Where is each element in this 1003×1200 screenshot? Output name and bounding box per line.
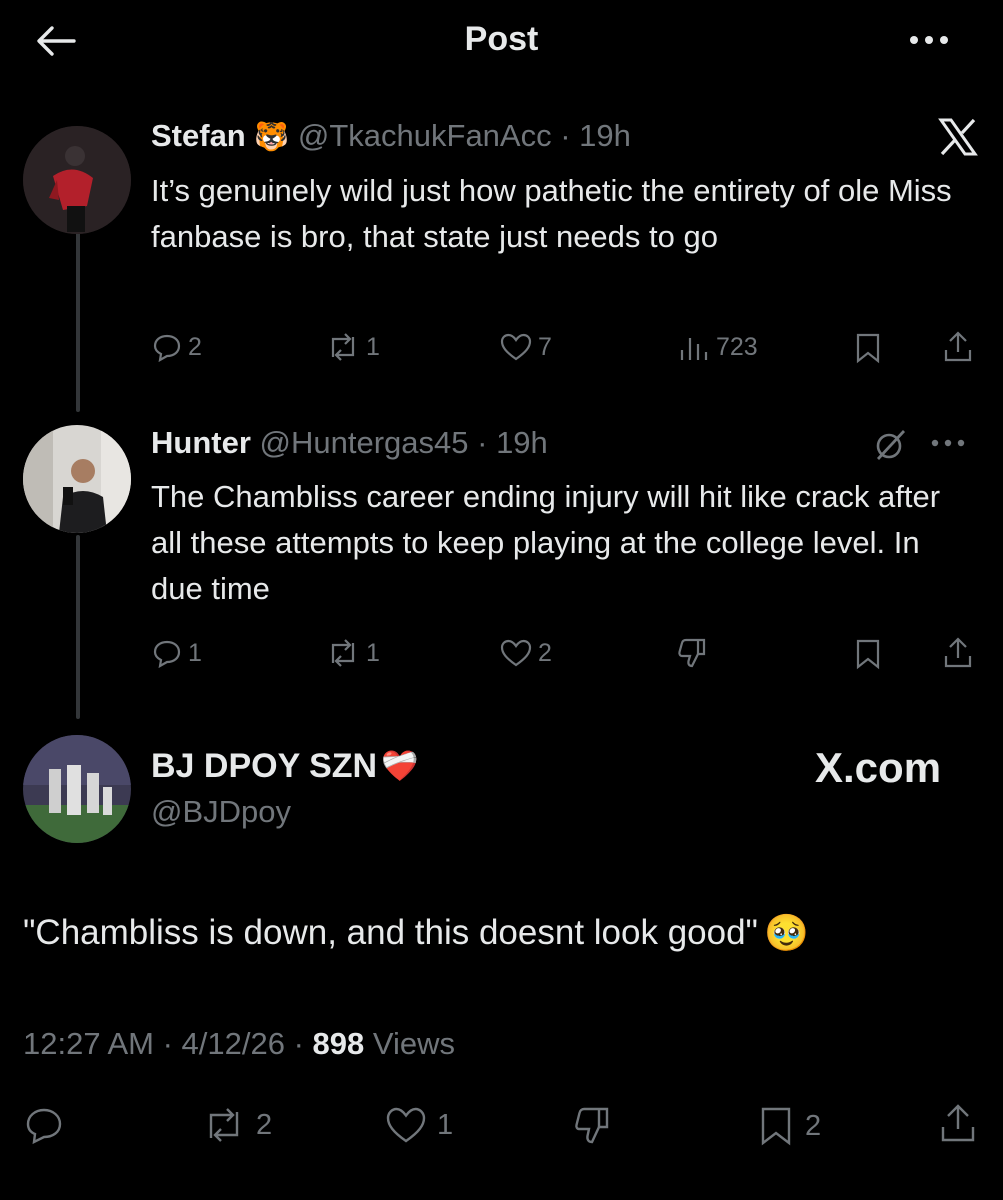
post-text: "Chambliss is down, and this doesnt look… xyxy=(23,913,758,952)
tweet-header: Stefan 🐯 @TkachukFanAcc · 19h xyxy=(151,118,631,153)
views-icon xyxy=(680,338,708,360)
views-count: 723 xyxy=(716,332,758,361)
views-count: 898 xyxy=(312,1026,365,1061)
like-button[interactable]: 1 xyxy=(385,1105,453,1145)
repost-count: 1 xyxy=(366,332,380,361)
repost-count: 2 xyxy=(256,1108,273,1141)
reply-count: 1 xyxy=(188,638,202,667)
repost-icon xyxy=(331,333,355,361)
share-icon xyxy=(944,331,972,362)
author-name[interactable]: Hunter xyxy=(151,425,251,460)
like-button[interactable]: 2 xyxy=(500,638,552,668)
tweet-more-button[interactable] xyxy=(928,430,968,456)
post-time[interactable]: 12:27 AM xyxy=(23,1026,154,1061)
thread-line xyxy=(76,222,80,412)
bookmark-button[interactable]: 2 xyxy=(757,1105,821,1147)
x-logo-button[interactable] xyxy=(938,118,978,156)
author-name-row: BJ DPOY SZN ❤️‍🩹 xyxy=(151,747,418,786)
repost-button[interactable]: 1 xyxy=(326,332,380,362)
grok-icon xyxy=(876,430,906,460)
repost-icon xyxy=(209,1108,239,1142)
post-date[interactable]: 4/12/26 xyxy=(182,1026,285,1061)
like-icon xyxy=(500,639,532,667)
tweet-text: It’s genuinely wild just how pathetic th… xyxy=(151,173,952,254)
dislike-icon xyxy=(575,1107,609,1144)
post-text-row: "Chambliss is down, and this doesnt look… xyxy=(23,912,809,954)
repost-button[interactable]: 1 xyxy=(326,638,380,668)
post-time[interactable]: 19h xyxy=(579,118,631,153)
views-button[interactable]: 723 xyxy=(678,332,758,362)
share-button[interactable] xyxy=(942,330,974,364)
tweet-header: Hunter @Huntergas45 · 19h xyxy=(151,425,548,460)
like-count: 1 xyxy=(437,1108,454,1141)
brand-watermark: X.com xyxy=(815,744,942,791)
repost-icon xyxy=(331,639,355,667)
reply-button[interactable] xyxy=(24,1105,64,1145)
author-name[interactable]: Stefan xyxy=(151,118,246,153)
like-icon xyxy=(386,1107,426,1143)
x-logo-icon xyxy=(938,118,978,156)
grok-button[interactable] xyxy=(872,427,908,463)
post-emoji: 🥹 xyxy=(763,912,809,953)
name-emoji: 🐯 xyxy=(254,121,290,152)
bookmark-button[interactable] xyxy=(853,332,883,364)
bookmark-icon xyxy=(761,1107,791,1146)
bookmark-icon xyxy=(856,333,880,364)
thread-line xyxy=(76,535,80,719)
page-title: Post xyxy=(464,20,539,58)
share-icon xyxy=(941,1104,975,1142)
reply-button[interactable]: 2 xyxy=(152,332,202,362)
repost-count: 1 xyxy=(366,638,380,667)
more-icon xyxy=(910,36,948,44)
reply-button[interactable]: 1 xyxy=(152,638,202,668)
author-handle[interactable]: @TkachukFanAcc xyxy=(298,118,552,153)
like-count: 7 xyxy=(538,332,552,361)
dislike-icon xyxy=(678,638,706,668)
author-handle[interactable]: @BJDpoy xyxy=(151,794,291,830)
more-options-button[interactable] xyxy=(906,26,952,54)
dislike-button[interactable] xyxy=(676,636,710,670)
share-button[interactable] xyxy=(942,636,974,670)
reply-count: 2 xyxy=(188,332,202,361)
bookmark-button[interactable] xyxy=(853,638,883,670)
reply-icon xyxy=(153,640,181,668)
post-time[interactable]: 19h xyxy=(496,425,548,460)
post-meta: 12:27 AM · 4/12/26 · 898 Views xyxy=(23,1026,456,1061)
share-button[interactable] xyxy=(938,1102,978,1144)
like-count: 2 xyxy=(538,638,552,667)
dislike-button[interactable] xyxy=(572,1104,614,1146)
share-icon xyxy=(944,637,972,668)
tweet-text: The Chambliss career ending injury will … xyxy=(151,479,941,606)
avatar[interactable] xyxy=(23,425,131,533)
reply-icon xyxy=(153,334,181,362)
bookmark-count: 2 xyxy=(805,1109,822,1142)
repost-button[interactable]: 2 xyxy=(202,1105,272,1145)
author-handle[interactable]: @Huntergas45 xyxy=(260,425,469,460)
avatar[interactable] xyxy=(23,735,131,843)
reply-icon xyxy=(26,1108,62,1145)
views-label: Views xyxy=(372,1026,456,1061)
name-emoji: ❤️‍🩹 xyxy=(381,750,419,783)
like-button[interactable]: 7 xyxy=(500,332,552,362)
author-name[interactable]: BJ DPOY SZN xyxy=(151,747,377,786)
bookmark-icon xyxy=(856,639,880,670)
avatar[interactable] xyxy=(23,126,131,234)
more-icon xyxy=(931,439,965,447)
like-icon xyxy=(500,333,532,361)
